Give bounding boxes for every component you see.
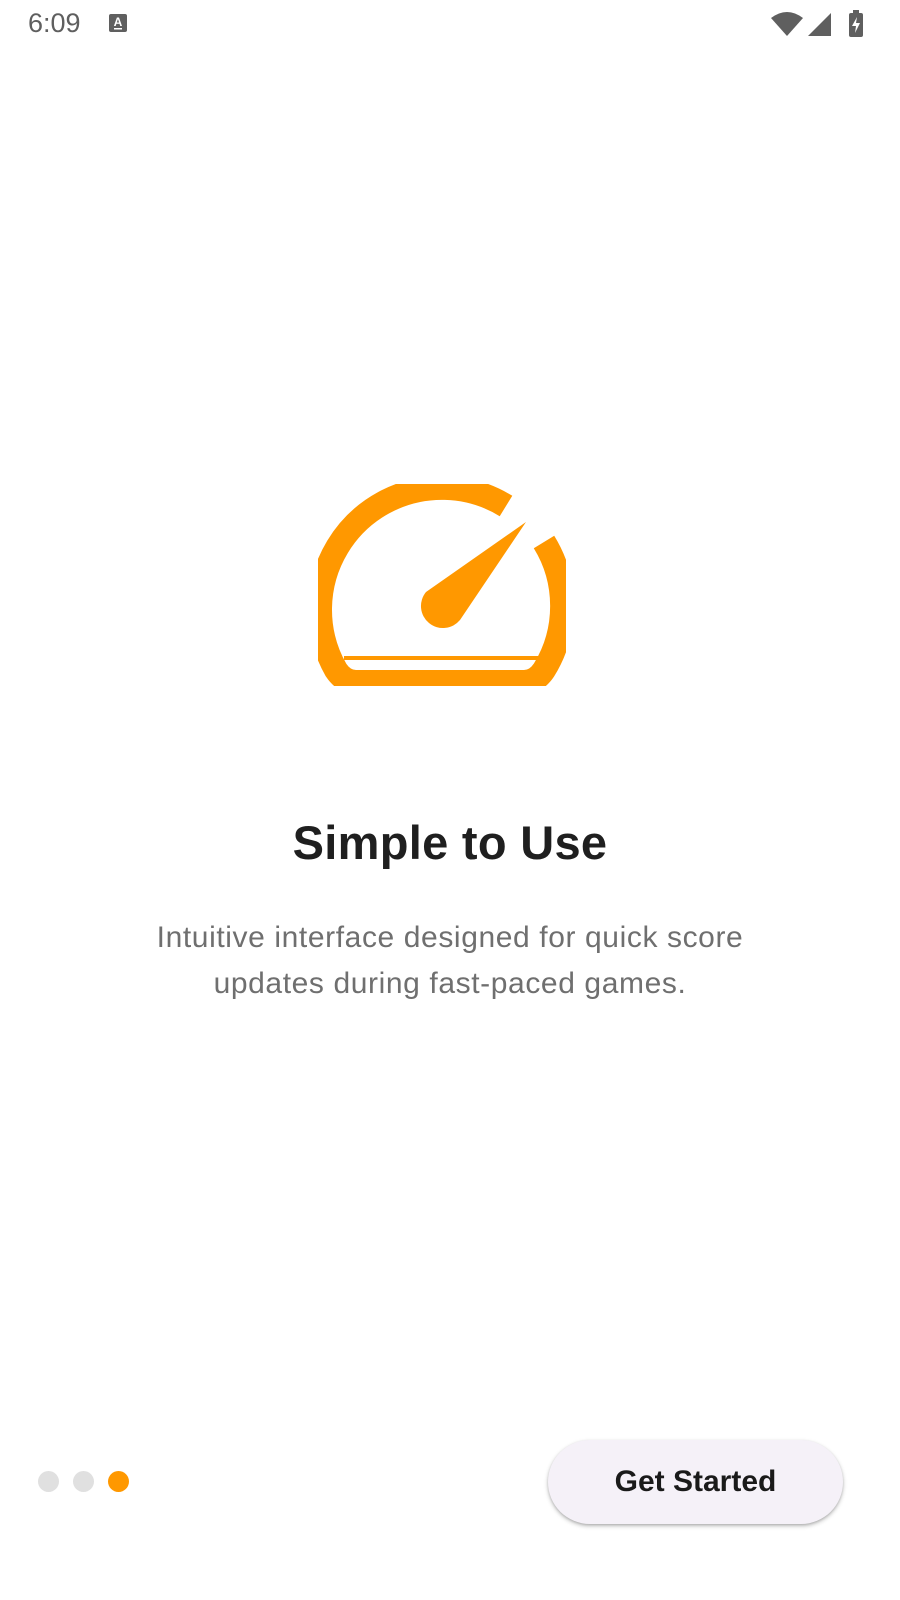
- wifi-icon: [770, 12, 804, 43]
- svg-text:A: A: [114, 15, 123, 29]
- page-dot-1[interactable]: [38, 1471, 59, 1492]
- onboarding-description: Intuitive interface designed for quick s…: [156, 921, 744, 1000]
- page-dot-2[interactable]: [73, 1471, 94, 1492]
- onboarding-screen: 6:09 A Simple to Use Intuitive interface…: [0, 0, 900, 1600]
- status-bar: 6:09 A: [0, 0, 900, 50]
- page-dot-3-active[interactable]: [108, 1471, 129, 1492]
- get-started-button[interactable]: Get Started: [548, 1440, 843, 1524]
- page-indicator: [38, 1471, 138, 1493]
- status-time: 6:09: [28, 8, 81, 38]
- status-icons: [770, 10, 870, 40]
- onboarding-title: Simple to Use: [292, 816, 608, 869]
- cell-signal-icon: [807, 12, 833, 43]
- text-a-icon: A: [108, 13, 128, 33]
- battery-charging-icon: [848, 10, 864, 43]
- speedometer-icon: [308, 475, 575, 694]
